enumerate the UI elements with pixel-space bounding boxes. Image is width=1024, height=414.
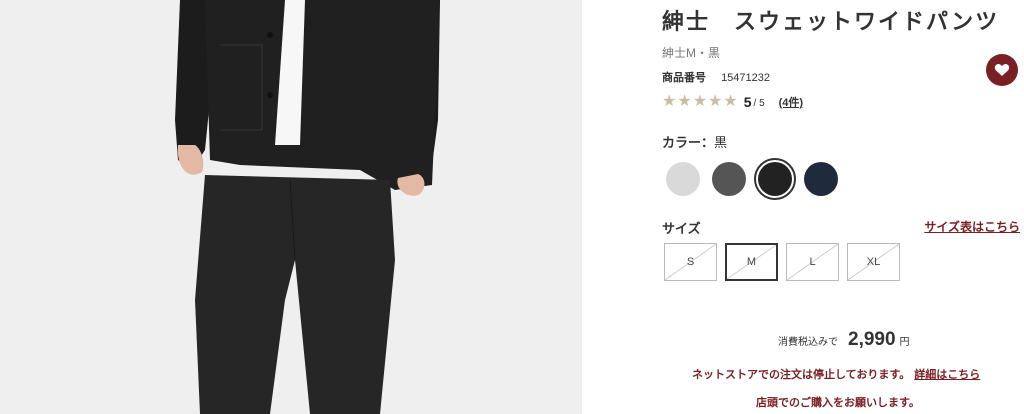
- size-option-label: M: [746, 256, 757, 268]
- color-label: カラー：黒: [662, 132, 727, 151]
- size-option-l[interactable]: L: [786, 243, 839, 281]
- price-amount: 2,990: [848, 329, 896, 350]
- reviews-link[interactable]: (4件): [779, 94, 803, 110]
- size-option-label: S: [686, 256, 695, 268]
- product-variant: 紳士M・黒: [662, 46, 720, 60]
- favorite-button[interactable]: [986, 54, 1018, 86]
- store-notice-text: ネットストアでの注文は停止しております。: [692, 369, 911, 381]
- product-details: 紳士 スウェットワイドパンツ 紳士M・黒 商品番号 15471232 ★ ★ ★…: [582, 0, 1024, 414]
- size-option-label: XL: [866, 256, 881, 268]
- color-selected: 黒: [714, 135, 728, 150]
- swatch-light-gray[interactable]: [666, 162, 700, 196]
- size-option-xl[interactable]: XL: [847, 243, 900, 281]
- details-link[interactable]: 詳細はこちら: [914, 369, 980, 381]
- product-image: [0, 0, 582, 414]
- size-option-s[interactable]: S: [664, 243, 717, 281]
- star-icon: ★: [692, 93, 708, 110]
- price-prefix: 消費税込みで: [778, 337, 838, 348]
- star-icon: ★: [708, 93, 723, 110]
- product-number-value: 15471232: [721, 72, 771, 84]
- store-notice-2: 店頭でのご購入をお願いします。: [756, 397, 920, 409]
- size-label: サイズ: [662, 221, 701, 236]
- color-swatches: [666, 158, 838, 200]
- product-number-label: 商品番号: [662, 72, 706, 84]
- swatch-charcoal[interactable]: [712, 162, 746, 196]
- size-option-label: L: [809, 256, 816, 268]
- heart-icon: [994, 63, 1010, 76]
- swatch-black[interactable]: [754, 158, 796, 200]
- rating-score: 5: [743, 94, 752, 110]
- star-icon: ★: [723, 93, 738, 110]
- product-number: 商品番号 15471232: [662, 69, 770, 85]
- size-option-m[interactable]: M: [725, 243, 778, 281]
- rating-out-of: / 5: [753, 98, 765, 109]
- store-notice: ネットストアでの注文は停止しております。 詳細はこちら: [692, 366, 980, 382]
- size-options: S M L XL: [664, 243, 900, 281]
- rating-stars: ★ ★ ★ ★ ★: [662, 93, 738, 111]
- price: 消費税込みで 2,990 円: [778, 329, 910, 351]
- star-icon: ★: [662, 93, 677, 110]
- size-chart-link[interactable]: サイズ表はこちら: [924, 218, 1020, 235]
- rating: ★ ★ ★ ★ ★ 5 / 5 (4件): [662, 93, 803, 111]
- color-label-text: カラー：: [662, 135, 715, 150]
- swatch-navy[interactable]: [804, 162, 838, 196]
- product-title: 紳士 スウェットワイドパンツ: [662, 9, 1000, 34]
- star-icon: ★: [677, 93, 692, 110]
- price-unit: 円: [899, 337, 910, 348]
